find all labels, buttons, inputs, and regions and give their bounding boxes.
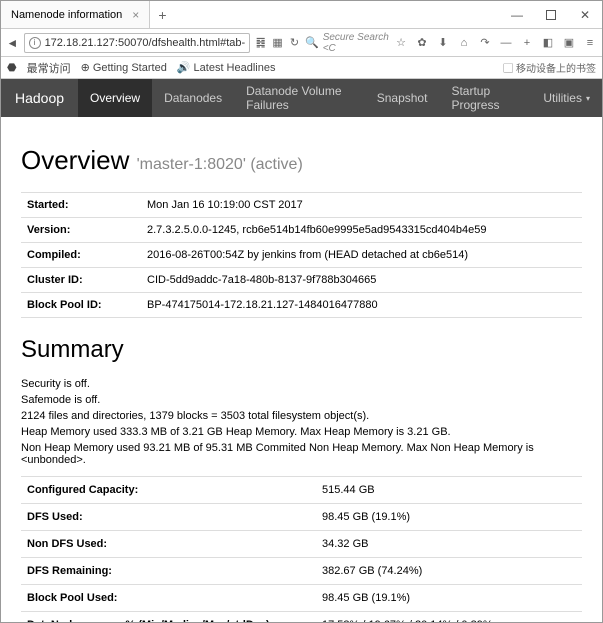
close-window-button[interactable]: ✕	[568, 1, 602, 28]
zoom-out-icon[interactable]: —	[498, 35, 514, 51]
summary-table: Configured Capacity:515.44 GB DFS Used:9…	[21, 476, 582, 622]
line-objects: 2124 files and directories, 1379 blocks …	[21, 410, 582, 422]
row-dfs-remaining: DFS Remaining:382.67 GB (74.24%)	[21, 558, 582, 585]
search-placeholder: Secure Search <C	[323, 32, 389, 54]
window-controls: — ✕	[500, 1, 602, 28]
home-icon[interactable]: ⌂	[456, 35, 472, 51]
ext2-icon[interactable]: ▣	[561, 35, 577, 51]
ext1-icon[interactable]: ◧	[540, 35, 556, 51]
row-dn-usages: DataNodes usages% (Min/Median/Max/stdDev…	[21, 612, 582, 623]
line-heap: Heap Memory used 333.3 MB of 3.21 GB Hea…	[21, 426, 582, 438]
sync-icon[interactable]: ↷	[477, 35, 493, 51]
new-tab-button[interactable]: +	[150, 1, 174, 28]
back-button[interactable]: ◄	[5, 34, 20, 52]
line-security: Security is off.	[21, 378, 582, 390]
firefox-icon: ⬣	[7, 61, 17, 74]
bookmark-mobile[interactable]: ▢ 移动设备上的书签	[503, 60, 596, 75]
address-bar: ◄ i 172.18.21.127:50070/dfshealth.html#t…	[1, 29, 602, 57]
bookmark-latest-headlines[interactable]: 🔊 Latest Headlines	[177, 61, 276, 74]
page-content[interactable]: Hadoop Overview Datanodes Datanode Volum…	[1, 79, 602, 622]
row-bp-used: Block Pool Used:98.45 GB (19.1%)	[21, 585, 582, 612]
maximize-button[interactable]	[534, 1, 568, 28]
row-dfs-used: DFS Used:98.45 GB (19.1%)	[21, 504, 582, 531]
pocket-icon[interactable]: ✿	[414, 35, 430, 51]
nav-utilities[interactable]: Utilities▾	[531, 79, 602, 117]
row-compiled: Compiled:2016-08-26T00:54Z by jenkins fr…	[21, 243, 582, 268]
nav-volume-failures[interactable]: Datanode Volume Failures	[234, 79, 365, 117]
bookmark-getting-started[interactable]: ⊕ Getting Started	[81, 61, 167, 74]
summary-heading: Summary	[21, 336, 582, 364]
bookmarks-bar: ⬣ 最常访问 ⊕ Getting Started 🔊 Latest Headli…	[1, 57, 602, 79]
reload-icon[interactable]: ↻	[288, 35, 301, 51]
menu-icon[interactable]: ≡	[582, 35, 598, 51]
brand[interactable]: Hadoop	[1, 79, 78, 117]
bookmark-most-visited[interactable]: 最常访问	[27, 60, 71, 76]
minimize-button[interactable]: —	[500, 1, 534, 28]
browser-window: Namenode information × + — ✕ ◄ i 172.18.…	[0, 0, 603, 623]
url-input[interactable]: i 172.18.21.127:50070/dfshealth.html#tab…	[24, 33, 251, 53]
nav-datanodes[interactable]: Datanodes	[152, 79, 234, 117]
browser-tab[interactable]: Namenode information ×	[1, 1, 150, 28]
site-info-icon[interactable]: i	[29, 37, 41, 49]
overview-table: Started:Mon Jan 16 10:19:00 CST 2017 Ver…	[21, 192, 582, 318]
close-tab-icon[interactable]: ×	[132, 8, 139, 22]
zoom-in-icon[interactable]: +	[519, 35, 535, 51]
reader-icon[interactable]: ▦	[271, 35, 284, 51]
translate-icon[interactable]: ䷿	[254, 35, 267, 51]
row-non-dfs: Non DFS Used:34.32 GB	[21, 531, 582, 558]
main-nav: Hadoop Overview Datanodes Datanode Volum…	[1, 79, 602, 117]
row-block-pool-id: Block Pool ID:BP-474175014-172.18.21.127…	[21, 293, 582, 318]
star-icon[interactable]: ☆	[393, 35, 409, 51]
nav-overview[interactable]: Overview	[78, 79, 152, 117]
toolbar-right: ☆ ✿ ⬇ ⌂ ↷ — + ◧ ▣ ≡	[393, 35, 598, 51]
overview-sub: 'master-1:8020' (active)	[137, 156, 303, 173]
line-safemode: Safemode is off.	[21, 394, 582, 406]
nav-startup[interactable]: Startup Progress	[439, 79, 531, 117]
row-capacity: Configured Capacity:515.44 GB	[21, 477, 582, 504]
tab-bar: Namenode information × + — ✕	[1, 1, 602, 29]
summary-lines: Security is off. Safemode is off. 2124 f…	[21, 378, 582, 466]
search-icon[interactable]: 🔍	[305, 35, 319, 51]
url-text: 172.18.21.127:50070/dfshealth.html#tab-	[45, 37, 246, 49]
download-icon[interactable]: ⬇	[435, 35, 451, 51]
page-body: Overview 'master-1:8020' (active) Starte…	[1, 117, 602, 622]
row-cluster-id: Cluster ID:CID-5dd9addc-7a18-480b-8137-9…	[21, 268, 582, 293]
tab-title: Namenode information	[11, 9, 122, 21]
overview-heading: Overview 'master-1:8020' (active)	[21, 145, 582, 176]
line-nonheap: Non Heap Memory used 93.21 MB of 95.31 M…	[21, 442, 582, 466]
nav-snapshot[interactable]: Snapshot	[365, 79, 440, 117]
chevron-down-icon: ▾	[586, 94, 590, 103]
row-started: Started:Mon Jan 16 10:19:00 CST 2017	[21, 193, 582, 218]
row-version: Version:2.7.3.2.5.0.0-1245, rcb6e514b14f…	[21, 218, 582, 243]
